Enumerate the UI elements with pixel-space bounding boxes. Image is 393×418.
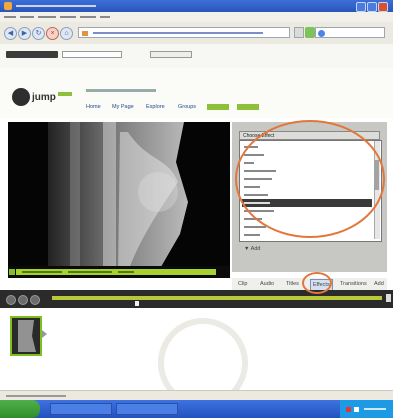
menu-item[interactable] [60, 16, 76, 18]
taskbar-item[interactable] [50, 403, 112, 415]
effect-text-placeholder [244, 226, 266, 228]
start-button[interactable] [0, 400, 40, 418]
tab-transitions[interactable]: Transitions [338, 279, 369, 289]
tab-titles[interactable]: Titles [284, 279, 301, 289]
volume-icon[interactable] [30, 295, 40, 305]
annotation-ring-effect-list [235, 120, 385, 238]
nav-my-page[interactable]: My Page [112, 104, 134, 110]
page-icon [82, 31, 88, 36]
clip-duration [118, 271, 134, 273]
clock [364, 408, 386, 410]
video-frame [8, 122, 230, 272]
window-title [16, 5, 96, 7]
nav-create[interactable] [207, 104, 229, 110]
go-button[interactable] [305, 27, 315, 38]
clip-thumbnail[interactable] [10, 316, 42, 356]
address-text [93, 32, 263, 34]
video-preview[interactable] [8, 122, 230, 272]
site-logo [6, 51, 58, 58]
logo-accent [58, 92, 72, 96]
taskbar-item[interactable] [116, 403, 178, 415]
clip-thumbnail-image [12, 318, 40, 354]
system-tray [340, 400, 393, 418]
logo-text: jump [32, 92, 56, 103]
tab-clip[interactable]: Clip [236, 279, 249, 289]
reload-icon[interactable]: ↻ [32, 27, 45, 40]
address-dropdown-button[interactable] [294, 27, 304, 38]
clip-effect-label [68, 271, 112, 273]
nav-explore[interactable]: Explore [146, 104, 165, 110]
forward-icon[interactable]: ▶ [18, 27, 31, 40]
site-dropdown[interactable] [150, 51, 192, 58]
minimize-button[interactable] [356, 2, 366, 12]
add-effect-button[interactable]: ▼ Add [244, 246, 260, 252]
site-search-input[interactable] [62, 51, 122, 58]
home-icon[interactable]: ⌂ [60, 27, 73, 40]
search-box[interactable] [315, 27, 385, 38]
site-toolbar [0, 44, 393, 69]
status-text [6, 395, 66, 397]
window-titlebar [0, 0, 393, 12]
tab-audio[interactable]: Audio [258, 279, 276, 289]
clip-name [22, 271, 62, 273]
search-icon [318, 30, 325, 37]
nav-home[interactable]: Home [86, 104, 101, 110]
browser-icon [4, 2, 12, 10]
menu-item[interactable] [20, 16, 34, 18]
scissors-icon[interactable] [386, 294, 391, 302]
tray-icon [354, 407, 359, 412]
header-tagline [86, 89, 156, 92]
jumpcut-logo-icon [12, 88, 30, 106]
menu-item[interactable] [80, 16, 96, 18]
add-effect-label: Add [250, 246, 261, 252]
clip-info-bar [16, 269, 216, 275]
menu-item[interactable] [38, 16, 56, 18]
menu-item[interactable] [100, 16, 110, 18]
annotation-ring-effects-tab [302, 272, 332, 294]
address-bar[interactable] [78, 27, 290, 38]
next-clip-icon[interactable] [42, 330, 47, 338]
effect-text-placeholder [244, 234, 260, 236]
stop-icon[interactable] [18, 295, 28, 305]
nav-groups[interactable]: Groups [178, 104, 196, 110]
maximize-button[interactable] [367, 2, 377, 12]
timeline-scrubber[interactable] [52, 296, 382, 300]
close-button[interactable] [378, 2, 388, 12]
play-icon[interactable] [9, 269, 15, 275]
tab-add[interactable]: Add [372, 279, 386, 289]
back-icon[interactable]: ◀ [4, 27, 17, 40]
menu-item[interactable] [4, 16, 16, 18]
tray-icon [346, 407, 351, 412]
play-icon[interactable] [6, 295, 16, 305]
nav-upload[interactable] [237, 104, 259, 110]
timeline-playhead[interactable] [135, 301, 139, 306]
stop-icon[interactable]: × [46, 27, 59, 40]
